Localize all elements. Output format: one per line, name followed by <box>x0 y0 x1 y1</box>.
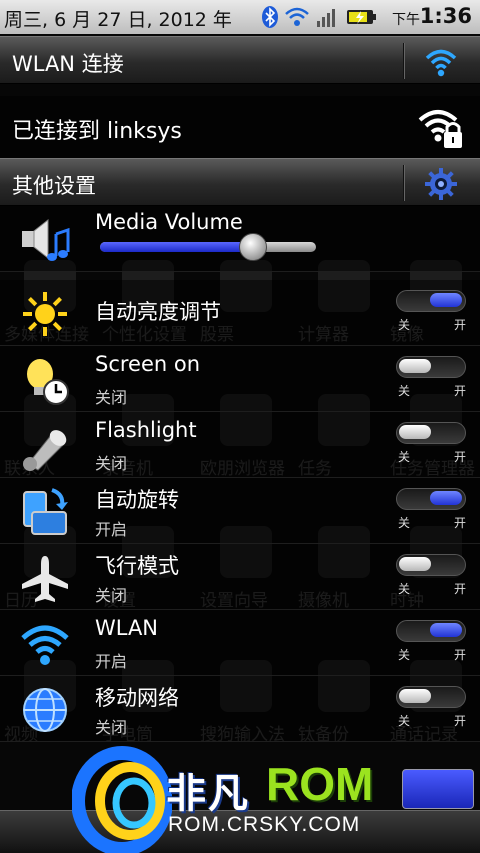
watermark-brand: 非凡 <box>166 771 250 817</box>
gear-icon[interactable] <box>424 167 458 201</box>
toggle-on-label: 开 <box>453 648 466 662</box>
wifi-settings-icon[interactable] <box>424 45 458 79</box>
other-settings-title: 其他设置 <box>12 174 96 198</box>
slider-fill <box>100 242 254 252</box>
quick-settings-panel: 多媒体连接个性化设置股票计算器镜像联系人录音机欧朋浏览器任务任务管理器日历设置设… <box>0 34 480 853</box>
toggle-off-label: 关 <box>398 318 411 332</box>
toggle-on-label: 开 <box>453 714 466 728</box>
setting-title: WLAN <box>95 616 159 640</box>
header-divider <box>403 165 404 201</box>
toggle-on-label: 开 <box>453 450 466 464</box>
setting-subtitle: 关闭 <box>95 388 128 407</box>
setting-row[interactable]: 飞行模式关闭 关 开 <box>0 544 480 610</box>
toggle-knob <box>399 425 431 439</box>
media-volume-row: Media Volume <box>0 206 480 272</box>
setting-title: 自动旋转 <box>95 488 179 512</box>
wlan-section-header[interactable]: WLAN 连接 <box>0 36 480 84</box>
header-divider <box>403 43 404 79</box>
screen-on-icon <box>27 359 69 405</box>
toggle-knob <box>430 491 462 505</box>
toggle-on-label: 开 <box>453 582 466 596</box>
setting-row[interactable]: Flashlight 关闭 关 开 <box>0 412 480 478</box>
flashlight-icon <box>23 430 67 471</box>
setting-toggle[interactable] <box>396 422 466 444</box>
speaker-music-icon <box>22 218 70 261</box>
setting-title: 自动亮度调节 <box>95 300 221 324</box>
setting-toggle[interactable] <box>396 290 466 312</box>
setting-toggle[interactable] <box>396 554 466 576</box>
signal-icon <box>317 9 335 27</box>
setting-toggle[interactable] <box>396 620 466 642</box>
bluetooth-icon <box>262 6 278 28</box>
toggle-knob <box>430 623 462 637</box>
setting-toggle[interactable] <box>396 356 466 378</box>
status-time: 1:36 <box>419 4 472 28</box>
toggle-knob <box>399 689 431 703</box>
toggle-knob <box>399 359 431 373</box>
toggle-off-label: 关 <box>398 648 411 662</box>
media-volume-slider[interactable] <box>100 233 316 261</box>
wifi-icon <box>285 7 309 26</box>
setting-title: 移动网络 <box>95 686 179 710</box>
setting-subtitle: 关闭 <box>95 586 128 605</box>
toggle-knob <box>430 293 462 307</box>
status-icons <box>262 5 378 29</box>
watermark-rom: ROM <box>266 758 374 810</box>
wlan-connected-text: 已连接到 linksys <box>12 119 182 144</box>
toggle-off-label: 关 <box>398 516 411 530</box>
setting-subtitle: 关闭 <box>95 454 128 473</box>
setting-row[interactable]: WLAN 开启 关 开 <box>0 610 480 676</box>
toggle-on-label: 开 <box>453 516 466 530</box>
toggle-on-label: 开 <box>453 384 466 398</box>
toggle-knob <box>399 557 431 571</box>
wlan-header-title: WLAN 连接 <box>12 52 124 76</box>
setting-row[interactable]: 移动网络关闭 关 开 <box>0 676 480 742</box>
toggle-off-label: 关 <box>398 450 411 464</box>
watermark: 非凡 ROM ROM.CRSKY.COM <box>72 743 480 853</box>
setting-title: 飞行模式 <box>95 554 179 578</box>
slider-thumb[interactable] <box>239 233 268 261</box>
setting-subtitle: 关闭 <box>95 718 128 737</box>
status-ampm: 下午 <box>392 12 420 28</box>
bottom-action-button[interactable] <box>402 769 474 809</box>
airplane-icon <box>22 556 68 602</box>
setting-title: Flashlight <box>95 418 197 442</box>
toggle-off-label: 关 <box>398 582 411 596</box>
toggle-on-label: 开 <box>453 318 466 332</box>
status-bar: 周三, 6 月 27 日, 2012 年 下午 1:36 <box>0 0 480 34</box>
setting-toggle[interactable] <box>396 488 466 510</box>
watermark-url: ROM.CRSKY.COM <box>168 813 361 836</box>
mobile-network-icon <box>23 688 67 732</box>
media-volume-title: Media Volume <box>95 210 243 234</box>
setting-title: Screen on <box>95 352 201 376</box>
setting-toggle[interactable] <box>396 686 466 708</box>
watermark-logo-icon <box>72 746 172 853</box>
status-date: 周三, 6 月 27 日, 2012 年 <box>4 9 232 31</box>
toggle-off-label: 关 <box>398 384 411 398</box>
setting-row[interactable]: 自动亮度调节关 开 <box>0 280 480 346</box>
setting-subtitle: 开启 <box>95 520 128 539</box>
wlan-icon <box>21 625 69 665</box>
setting-subtitle: 开启 <box>95 652 128 671</box>
setting-row[interactable]: 自动旋转开启 关 开 <box>0 478 480 544</box>
brightness-icon <box>23 292 67 336</box>
other-settings-header[interactable]: 其他设置 <box>0 158 480 206</box>
wlan-connected-row[interactable]: 已连接到 linksys <box>0 96 480 158</box>
wifi-lock-icon <box>418 110 462 148</box>
rotate-icon <box>23 488 68 535</box>
setting-row[interactable]: Screen on 关闭 关 开 <box>0 346 480 412</box>
toggle-off-label: 关 <box>398 714 411 728</box>
battery-icon <box>347 10 376 24</box>
